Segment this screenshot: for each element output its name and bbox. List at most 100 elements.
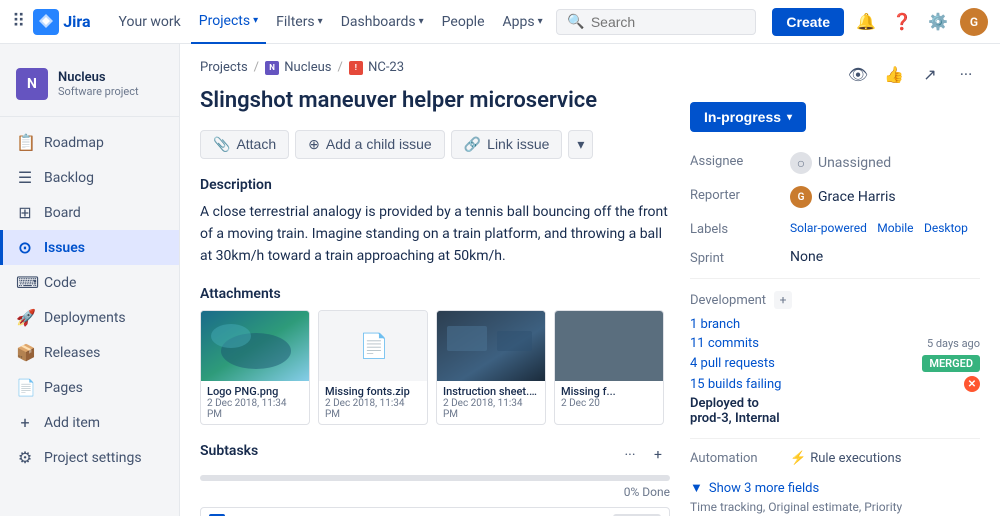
- deploy-info: Deployed to prod-3, Internal: [690, 396, 980, 426]
- releases-icon: 📦: [16, 343, 34, 362]
- sidebar-item-code[interactable]: ⌨ Code: [0, 265, 179, 300]
- assignee-value: ○ Unassigned: [790, 152, 980, 174]
- issues-icon: ⊙: [16, 238, 34, 257]
- add-item-icon: +: [16, 413, 34, 432]
- attachment-thumb-4: [555, 311, 664, 381]
- search-bar[interactable]: 🔍: [556, 9, 756, 35]
- nav-your-work[interactable]: Your work: [111, 0, 189, 44]
- attachment-instruction-sheet[interactable]: Instruction sheet.jpg 2 Dec 2018, 11:34 …: [436, 310, 546, 425]
- nav-dashboards[interactable]: Dashboards ▾: [333, 0, 432, 44]
- action-bar: 📎 Attach ⊕ Add a child issue 🔗 Link issu…: [200, 130, 670, 159]
- sidebar-item-add-item[interactable]: + Add item: [0, 405, 179, 440]
- automation-row: Automation ⚡ Rule executions: [690, 438, 980, 466]
- attachment-missing-4[interactable]: Missing f... 2 Dec 20: [554, 310, 664, 425]
- sidebar-item-deployments[interactable]: 🚀 Deployments: [0, 300, 179, 335]
- sidebar-item-backlog[interactable]: ☰ Backlog: [0, 160, 179, 195]
- status-button[interactable]: In-progress ▾: [690, 102, 806, 132]
- sidebar-item-project-settings[interactable]: ⚙ Project settings: [0, 440, 179, 475]
- thumbsup-icon[interactable]: 👍: [880, 60, 908, 88]
- sprint-field: Sprint None: [690, 249, 980, 266]
- code-icon: ⌨: [16, 273, 34, 292]
- breadcrumb-project-link[interactable]: Nucleus: [284, 60, 331, 75]
- deployments-icon: 🚀: [16, 308, 34, 327]
- link-issue-button[interactable]: 🔗 Link issue: [451, 130, 563, 159]
- notifications-icon[interactable]: 🔔: [852, 8, 880, 36]
- right-panel: 👁 👍 ↗ ··· In-progress ▾ Assignee ○ Unass…: [690, 60, 980, 500]
- attachment-3-name: Instruction sheet.jpg: [443, 385, 539, 398]
- merged-badge: MERGED: [922, 355, 980, 372]
- chevron-down-icon: ▼: [690, 480, 703, 496]
- branch-item: 1 branch: [690, 317, 980, 332]
- breadcrumb-issue-link[interactable]: NC-23: [368, 60, 404, 75]
- logo[interactable]: Jira: [33, 9, 90, 35]
- user-avatar[interactable]: G: [960, 8, 988, 36]
- subtasks-add-btn[interactable]: +: [646, 443, 670, 467]
- breadcrumb-projects-link[interactable]: Projects: [200, 60, 248, 75]
- filters-caret: ▾: [318, 16, 323, 27]
- attachments-grid: Logo PNG.png 2 Dec 2018, 11:34 PM 📄 Miss…: [200, 310, 670, 425]
- attachment-missing-fonts[interactable]: 📄 Missing fonts.zip 2 Dec 2018, 11:34 PM: [318, 310, 428, 425]
- reporter-label: Reporter: [690, 186, 790, 203]
- grid-icon[interactable]: ⠿: [12, 11, 25, 32]
- reporter-value: G Grace Harris: [790, 186, 980, 208]
- automation-label: Automation: [690, 451, 790, 466]
- assignee-label: Assignee: [690, 152, 790, 169]
- more-options-icon[interactable]: ···: [952, 60, 980, 88]
- subtasks-section: Subtasks ··· + 0% Done ✓ BENTO-436 Updat…: [200, 443, 670, 516]
- branch-link[interactable]: 1 branch: [690, 317, 740, 332]
- subtasks-header: Subtasks ··· +: [200, 443, 670, 467]
- description-text: A close terrestrial analogy is provided …: [200, 201, 670, 268]
- builds-fail-icon: ✕: [964, 376, 980, 392]
- attachment-thumb-1: [201, 311, 310, 381]
- sidebar-item-board[interactable]: ⊞ Board: [0, 195, 179, 230]
- commits-item: 11 commits 5 days ago: [690, 336, 980, 351]
- roadmap-icon: 📋: [16, 133, 34, 152]
- link-icon: 🔗: [464, 136, 481, 153]
- board-icon: ⊞: [16, 203, 34, 222]
- sprint-value: None: [790, 249, 980, 265]
- label-desktop[interactable]: Desktop: [924, 221, 968, 235]
- commits-link[interactable]: 11 commits: [690, 336, 759, 351]
- assignee-field: Assignee ○ Unassigned: [690, 152, 980, 174]
- show-more-fields[interactable]: ▼ Show 3 more fields: [690, 480, 980, 496]
- subtasks-more-btn[interactable]: ···: [618, 443, 642, 467]
- pull-requests-item: 4 pull requests MERGED: [690, 355, 980, 372]
- sidebar-item-pages[interactable]: 📄 Pages: [0, 370, 179, 405]
- settings-icon[interactable]: ⚙️: [924, 8, 952, 36]
- search-input[interactable]: [591, 14, 746, 30]
- pull-requests-link[interactable]: 4 pull requests: [690, 356, 775, 371]
- sidebar-item-releases[interactable]: 📦 Releases: [0, 335, 179, 370]
- watch-icon[interactable]: 👁: [844, 60, 872, 88]
- attach-icon: 📎: [213, 136, 230, 153]
- sidebar-item-roadmap[interactable]: 📋 Roadmap: [0, 125, 179, 160]
- add-child-issue-button[interactable]: ⊕ Add a child issue: [295, 130, 445, 159]
- file-icon: 📄: [359, 332, 389, 360]
- builds-link[interactable]: 15 builds failing: [690, 377, 781, 392]
- sprint-label: Sprint: [690, 249, 790, 266]
- breadcrumb-project-icon: N: [265, 61, 279, 75]
- label-mobile[interactable]: Mobile: [877, 221, 913, 235]
- attachment-2-date: 2 Dec 2018, 11:34 PM: [325, 398, 421, 420]
- more-actions-button[interactable]: ▾: [568, 130, 593, 159]
- sidebar-item-issues[interactable]: ⊙ Issues: [0, 230, 179, 265]
- attachment-logo-png[interactable]: Logo PNG.png 2 Dec 2018, 11:34 PM: [200, 310, 310, 425]
- share-icon[interactable]: ↗: [916, 60, 944, 88]
- attachment-1-name: Logo PNG.png: [207, 385, 303, 398]
- attachment-4-name: Missing f...: [561, 385, 657, 398]
- create-button[interactable]: Create: [772, 8, 844, 36]
- description-title: Description: [200, 177, 670, 193]
- development-add-btn[interactable]: +: [774, 291, 792, 309]
- development-section: Development + 1 branch 11 commits 5 days…: [690, 278, 980, 426]
- automation-value: ⚡ Rule executions: [790, 451, 901, 466]
- subtask-row[interactable]: ✓ BENTO-436 Update documentation on deve…: [200, 507, 670, 516]
- nav-filters[interactable]: Filters ▾: [268, 0, 331, 44]
- unassigned-avatar: ○: [790, 152, 812, 174]
- attachments-section: Attachments: [200, 286, 670, 425]
- nav-people[interactable]: People: [434, 0, 493, 44]
- help-icon[interactable]: ❓: [888, 8, 916, 36]
- project-header: N Nucleus Software project: [0, 60, 179, 117]
- nav-projects[interactable]: Projects ▾: [191, 0, 266, 44]
- attach-button[interactable]: 📎 Attach: [200, 130, 289, 159]
- nav-apps[interactable]: Apps ▾: [495, 0, 551, 44]
- label-solar-powered[interactable]: Solar-powered: [790, 221, 867, 235]
